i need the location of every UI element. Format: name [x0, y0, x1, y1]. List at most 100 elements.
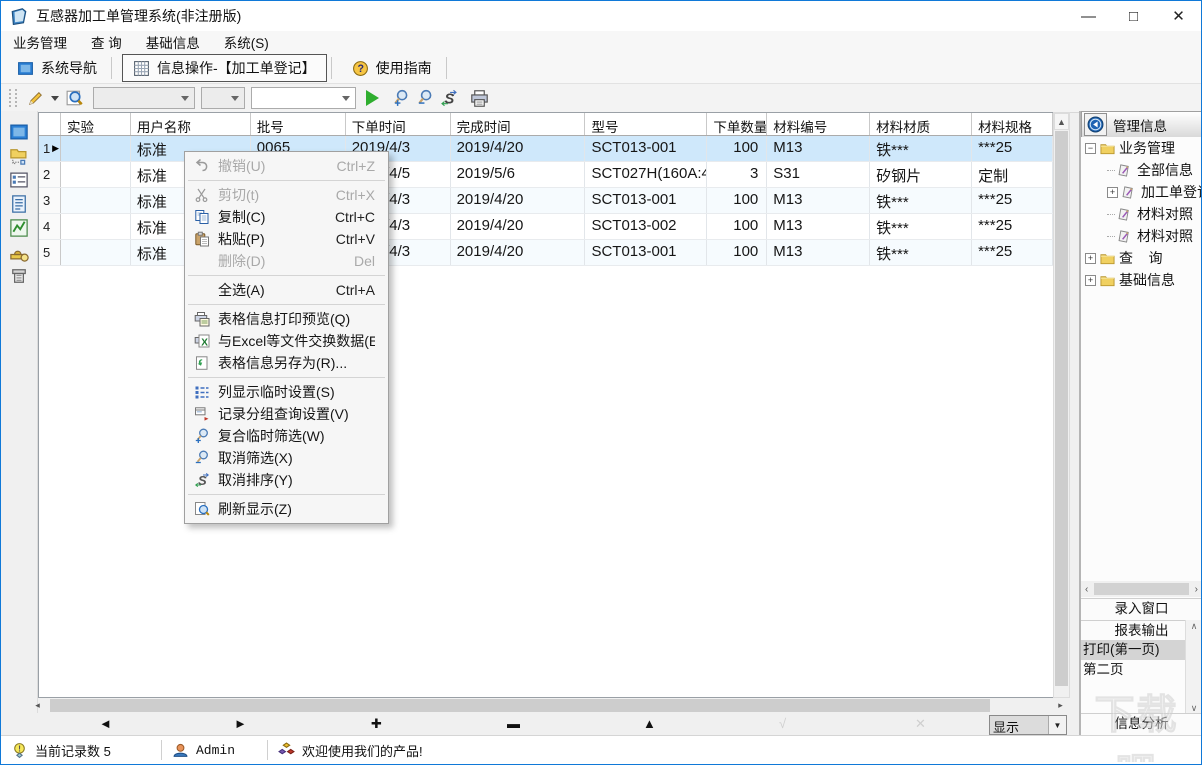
column-header-7[interactable]: 下单数量 — [707, 113, 768, 135]
report-vertical-scrollbar[interactable]: ∧ ∨ — [1185, 620, 1201, 715]
last-record-button[interactable]: ► — [234, 716, 247, 731]
table-cell[interactable]: 铁*** — [870, 240, 973, 265]
table-cell[interactable]: M13 — [767, 188, 871, 213]
scrollbar-thumb[interactable] — [50, 699, 990, 712]
menu-business[interactable]: 业务管理 — [1, 30, 79, 54]
menu-item[interactable]: S 取消排序(Y) — [185, 469, 388, 491]
document-icon[interactable] — [8, 193, 30, 215]
tree-node-leaf[interactable]: 材料对照 — [1081, 225, 1201, 247]
row-number-cell[interactable]: 2 — [39, 162, 61, 187]
table-cell[interactable]: ***25 — [972, 214, 1053, 239]
table-cell[interactable] — [61, 214, 131, 239]
column-header-9[interactable]: 材料材质 — [870, 113, 973, 135]
post-record-button[interactable]: √ — [779, 716, 786, 731]
row-number-cell[interactable]: 5 — [39, 240, 61, 265]
table-cell[interactable]: M13 — [767, 214, 871, 239]
expand-icon[interactable]: + — [1107, 186, 1118, 198]
column-header-2[interactable]: 用户名称 — [131, 113, 251, 135]
stamp-icon[interactable] — [8, 241, 30, 263]
table-cell[interactable]: 定制 — [972, 162, 1053, 187]
menu-item[interactable]: 表格信息另存为(R)... — [185, 352, 388, 374]
menu-item[interactable]: 表格信息打印预览(Q) — [185, 308, 388, 330]
search-icon[interactable] — [63, 87, 87, 109]
report-list-item[interactable]: 打印(第一页) — [1081, 640, 1186, 660]
scroll-left-icon[interactable]: ◂ — [30, 698, 45, 713]
info-analysis-bar[interactable]: 信息分析 — [1081, 713, 1201, 736]
table-cell[interactable]: M13 — [767, 136, 871, 161]
list-view-icon[interactable] — [8, 169, 30, 191]
table-cell[interactable]: 100 — [707, 240, 768, 265]
tree-node-folder[interactable]: + 查 询 — [1081, 247, 1201, 269]
scroll-right-icon[interactable]: ▸ — [1053, 698, 1068, 713]
table-cell[interactable]: 2019/5/6 — [451, 162, 586, 187]
menu-system[interactable]: 系统(S) — [212, 30, 281, 54]
minimize-button[interactable]: — — [1066, 1, 1111, 31]
tree-node-leaf[interactable]: + 加工单登记 — [1081, 181, 1201, 203]
column-header-4[interactable]: 下单时间 — [346, 113, 451, 135]
edit-record-button[interactable]: ▲ — [643, 716, 656, 731]
filter-plus-icon[interactable] — [389, 87, 413, 109]
tree-node-leaf[interactable]: 全部信息 — [1081, 159, 1201, 181]
table-cell[interactable]: 2019/4/20 — [451, 240, 586, 265]
insert-record-button[interactable]: ✚ — [371, 716, 382, 732]
table-cell[interactable] — [61, 188, 131, 213]
tree-node-leaf[interactable]: 材料对照 — [1081, 203, 1201, 225]
scrollbar-thumb[interactable] — [1055, 131, 1068, 686]
info-operation-button[interactable]: 信息操作-【加工单登记】 — [122, 54, 327, 82]
tree-node-folder[interactable]: − 业务管理 — [1081, 137, 1201, 159]
table-cell[interactable]: SCT013-002 — [585, 214, 708, 239]
printer-drum-icon[interactable] — [8, 265, 30, 287]
menu-item[interactable]: 刷新显示(Z) — [185, 498, 388, 520]
table-cell[interactable] — [61, 240, 131, 265]
table-cell[interactable] — [61, 162, 131, 187]
expand-icon[interactable]: + — [1085, 274, 1096, 286]
table-cell[interactable]: ***25 — [972, 136, 1053, 161]
cancel-sort-icon[interactable]: S — [437, 87, 461, 109]
table-horizontal-scrollbar[interactable]: ◂ ▸ — [35, 698, 1068, 713]
tree-horizontal-scrollbar[interactable]: ‹ › — [1081, 581, 1201, 597]
operator-combo[interactable] — [201, 87, 245, 109]
table-cell[interactable]: M13 — [767, 240, 871, 265]
column-header-8[interactable]: 材料编号 — [767, 113, 871, 135]
menu-query[interactable]: 查 询 — [79, 30, 134, 54]
table-cell[interactable]: 3 — [707, 162, 768, 187]
table-cell[interactable]: 100 — [707, 136, 768, 161]
table-cell[interactable]: SCT013-001 — [585, 240, 708, 265]
pencil-dropdown-arrow[interactable] — [51, 95, 59, 101]
toolbar-grip[interactable] — [9, 89, 17, 107]
table-cell[interactable]: SCT027H(160A:4 — [585, 162, 708, 187]
table-cell[interactable]: 铁*** — [870, 136, 973, 161]
menu-item[interactable]: 全选(A) Ctrl+A — [185, 279, 388, 301]
table-vertical-scrollbar[interactable]: ▲ — [1053, 112, 1070, 698]
scroll-left-icon[interactable]: ‹ — [1081, 584, 1092, 595]
table-cell[interactable]: SCT013-001 — [585, 188, 708, 213]
table-cell[interactable]: ***25 — [972, 240, 1053, 265]
column-header-10[interactable]: 材料规格 — [972, 113, 1053, 135]
menu-item[interactable]: 列显示临时设置(S) — [185, 381, 388, 403]
menu-item[interactable]: 记录分组查询设置(V) — [185, 403, 388, 425]
table-cell[interactable] — [61, 136, 131, 161]
folder-tree-icon[interactable] — [8, 145, 30, 167]
first-record-button[interactable]: ◄ — [99, 716, 112, 731]
menu-base-info[interactable]: 基础信息 — [134, 30, 212, 54]
run-filter-icon[interactable] — [366, 90, 379, 106]
table-cell[interactable]: 100 — [707, 214, 768, 239]
table-cell[interactable]: 100 — [707, 188, 768, 213]
table-cell[interactable]: ***25 — [972, 188, 1053, 213]
expand-icon[interactable]: + — [1085, 252, 1096, 264]
menu-item[interactable]: 粘贴(P) Ctrl+V — [185, 228, 388, 250]
chart-icon[interactable] — [8, 217, 30, 239]
table-cell[interactable]: 矽钢片 — [870, 162, 973, 187]
system-nav-button[interactable]: 系统导航 — [7, 55, 107, 81]
menu-item[interactable]: 复制(C) Ctrl+C — [185, 206, 388, 228]
entry-window-bar[interactable]: 录入窗口 — [1081, 598, 1201, 621]
scroll-right-icon[interactable]: › — [1191, 584, 1201, 595]
column-header-3[interactable]: 批号 — [251, 113, 346, 135]
table-cell[interactable]: S31 — [767, 162, 871, 187]
nav-square-icon[interactable] — [8, 121, 30, 143]
row-number-cell[interactable]: 3 — [39, 188, 61, 213]
management-header[interactable]: 管理信息 — [1081, 111, 1201, 138]
close-button[interactable]: ✕ — [1156, 1, 1201, 31]
print-icon[interactable] — [467, 87, 491, 109]
menu-item[interactable]: X 与Excel等文件交换数据(E) — [185, 330, 388, 352]
